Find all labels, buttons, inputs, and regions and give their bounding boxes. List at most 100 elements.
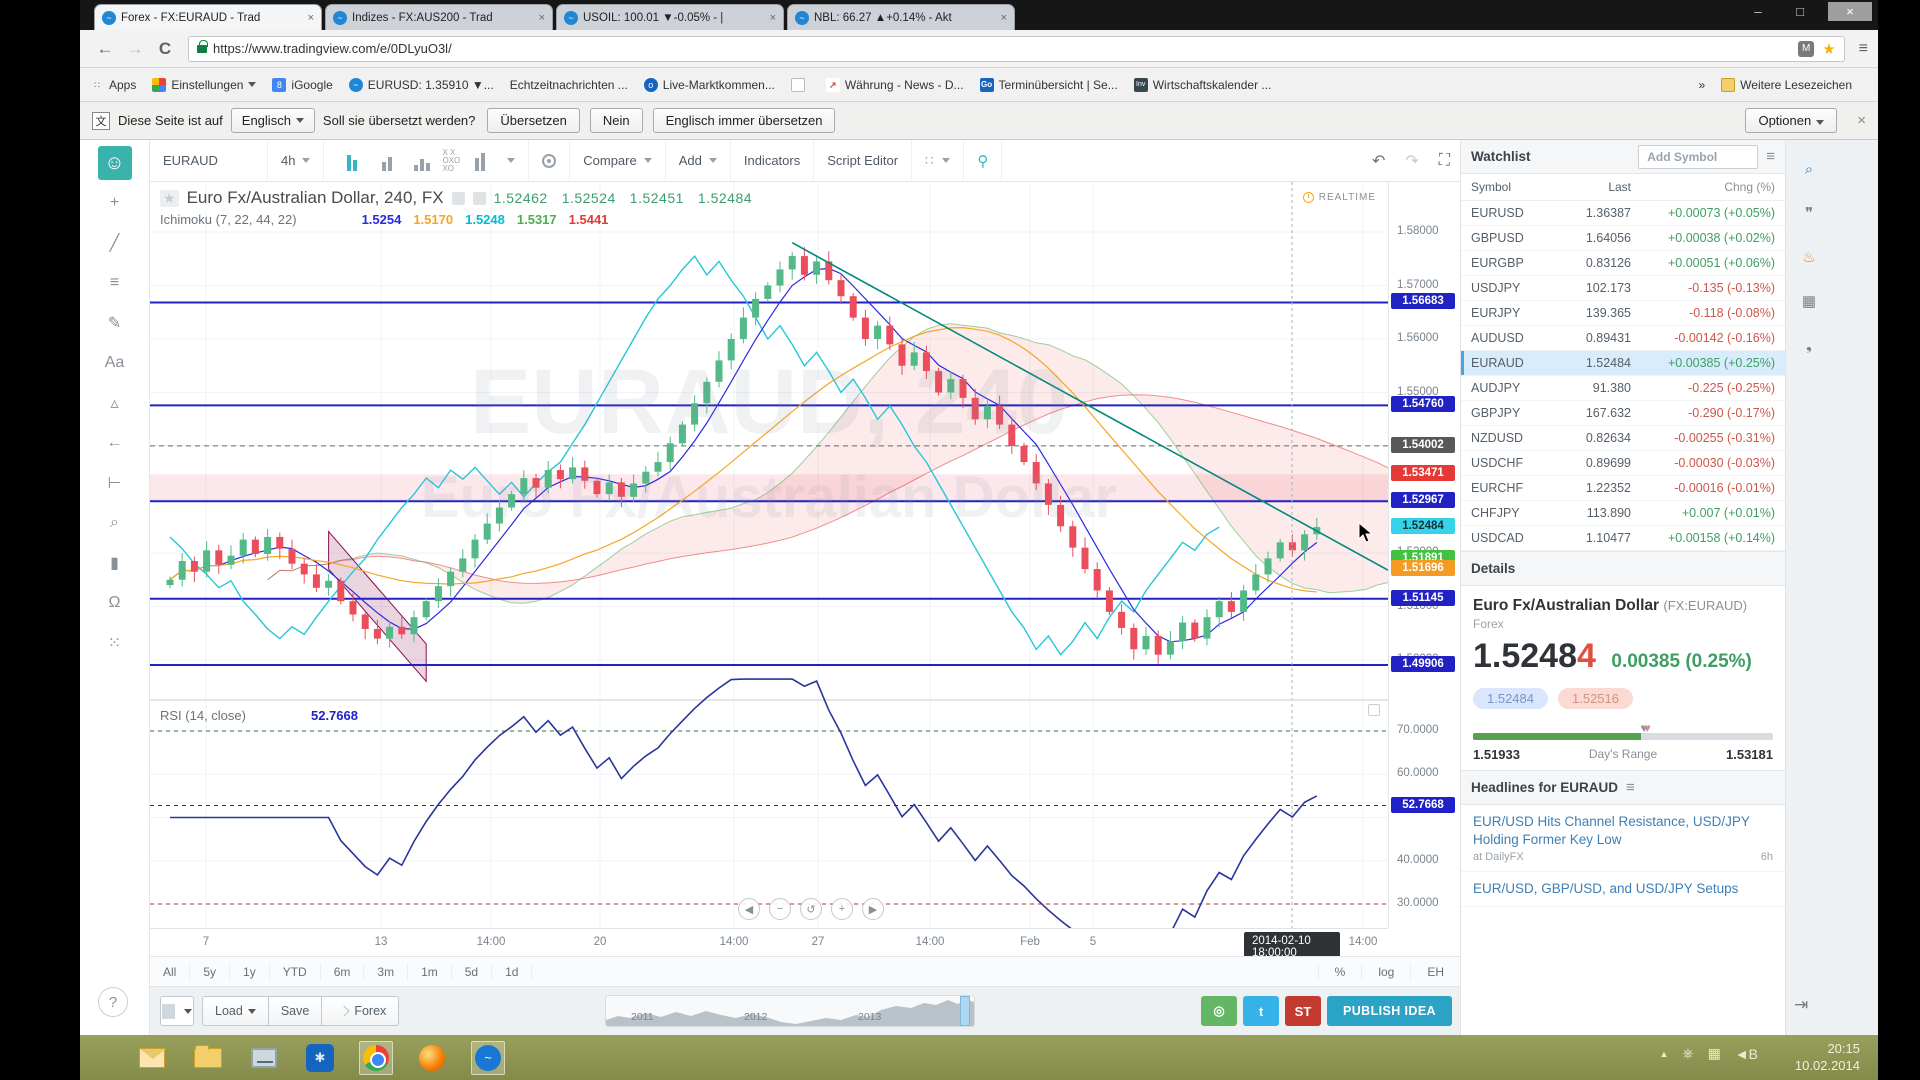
zoom-out-icon[interactable]: − — [769, 898, 791, 920]
watchlist-menu-icon[interactable]: ≡ — [1766, 148, 1775, 165]
power-icon[interactable]: ⎈ — [1682, 1045, 1693, 1062]
range-5d[interactable]: 5d — [452, 963, 492, 981]
magnet-tool-icon[interactable]: Ω — [98, 586, 132, 620]
screener-search-icon[interactable]: ⌕ — [1794, 154, 1824, 184]
script-editor-button[interactable]: Script Editor — [814, 140, 912, 181]
tray-expand-icon[interactable]: ▲ — [1659, 1049, 1668, 1059]
bookmark-eurusd[interactable]: ~ EURUSD: 1.35910 ▼... — [349, 78, 494, 92]
pattern-tool-icon[interactable]: ▵ — [98, 386, 132, 420]
load-button[interactable]: Load — [202, 996, 269, 1026]
watchlist-row[interactable]: USDCAD1.10477+0.00158 (+0.14%) — [1461, 526, 1785, 551]
emoji-tool-icon[interactable]: ☺ — [98, 146, 132, 180]
bookmark-star-icon[interactable]: ★ — [1822, 40, 1835, 58]
translate-no-button[interactable]: Nein — [590, 108, 643, 133]
watchlist-row[interactable]: EURAUD1.52484+0.00385 (+0.25%) — [1461, 351, 1785, 376]
bars-style-icon[interactable] — [376, 151, 398, 171]
tab-close-icon[interactable]: × — [770, 12, 776, 24]
reload-icon[interactable]: C — [150, 39, 180, 59]
hotlists-icon[interactable]: ♨ — [1794, 242, 1824, 272]
legend-eye-icon[interactable] — [452, 192, 465, 205]
taskbar-mail-icon[interactable] — [135, 1041, 169, 1075]
trend-line-tool-icon[interactable]: ╱ — [98, 226, 132, 260]
style-more-icon[interactable] — [507, 158, 515, 163]
range-1m[interactable]: 1m — [408, 963, 452, 981]
ichimoku-gear-icon[interactable] — [324, 214, 335, 225]
watchlist-row[interactable]: EURJPY139.365-0.118 (-0.08%) — [1461, 301, 1785, 326]
forecast-tool-icon[interactable]: ▮ — [98, 546, 132, 580]
watchlist-row[interactable]: GBPJPY167.632-0.290 (-0.17%) — [1461, 401, 1785, 426]
taskbar-openoffice-icon[interactable]: ~ — [471, 1041, 505, 1075]
bookmark-terminuebersicht[interactable]: Go Terminübersicht | Se... — [980, 78, 1118, 92]
stocktwits-button[interactable]: ST — [1285, 996, 1321, 1026]
watchlist-row[interactable]: AUDJPY91.380-0.225 (-0.25%) — [1461, 376, 1785, 401]
chats-icon[interactable]: ❟ — [1794, 330, 1824, 360]
watchlist-row[interactable]: GBPUSD1.64056+0.00038 (+0.02%) — [1461, 226, 1785, 251]
undo-icon[interactable]: ↶ — [1362, 151, 1395, 171]
price-axis[interactable]: 1.580001.570001.560001.550001.540001.530… — [1388, 182, 1460, 928]
rsi-gear-icon[interactable] — [273, 710, 284, 721]
headline-item[interactable]: EUR/USD, GBP/USD, and USD/JPY Setups — [1461, 872, 1785, 907]
scroll-left-icon[interactable]: ◀ — [738, 898, 760, 920]
ichimoku-close-icon[interactable] — [343, 214, 354, 225]
scroll-right-icon[interactable]: ▶ — [862, 898, 884, 920]
time-axis[interactable]: 71314:002014:002714:00Feb514:002014-02-1… — [150, 928, 1388, 956]
taskbar-clock[interactable]: 20:15 10.02.2014 — [1795, 1040, 1860, 1074]
range-3m[interactable]: 3m — [364, 963, 408, 981]
watchlist-row[interactable]: EURUSD1.36387+0.00073 (+0.05%) — [1461, 201, 1785, 226]
url-bar[interactable]: https://www.tradingview.com/e/0DLyuO3l/ … — [188, 36, 1845, 62]
forward-icon[interactable]: → — [120, 39, 150, 59]
taskbar-monitor-icon[interactable] — [247, 1041, 281, 1075]
chart-properties-button[interactable] — [529, 140, 570, 181]
eraser-tool-icon[interactable]: ⁙ — [98, 626, 132, 660]
tab-close-icon[interactable]: × — [1001, 12, 1007, 24]
text-tool-icon[interactable]: Aa — [98, 346, 132, 380]
col-symbol[interactable]: Symbol — [1471, 180, 1549, 194]
zoom-in-tool-icon[interactable]: ⌕ — [98, 506, 132, 540]
translate-button[interactable]: Übersetzen — [487, 108, 579, 133]
chrome-menu-icon[interactable]: ≡ — [1859, 40, 1868, 58]
restore-button[interactable]: □ — [1786, 4, 1814, 19]
collapse-panel-icon[interactable]: ⇥ — [1794, 995, 1808, 1015]
watchlist-row[interactable]: EURGBP0.83126+0.00051 (+0.06%) — [1461, 251, 1785, 276]
translate-language-select[interactable]: Englisch — [231, 108, 315, 133]
symbol-input[interactable]: EURAUD — [150, 140, 268, 181]
taskbar-chrome-icon[interactable] — [359, 1041, 393, 1075]
favorite-star-icon[interactable]: ★ — [160, 190, 179, 207]
bookmark-wirtschaftskalender[interactable]: Inv Wirtschaftskalender ... — [1134, 78, 1272, 92]
bookmark-waehrung[interactable]: ↗ Währung - News - D... — [826, 78, 964, 92]
reset-view-icon[interactable]: ↺ — [800, 898, 822, 920]
watchlist-row[interactable]: USDJPY102.173-0.135 (-0.13%) — [1461, 276, 1785, 301]
add-symbol-input[interactable]: Add Symbol — [1638, 145, 1758, 169]
pnf-style-icon[interactable]: X XOXOXO — [442, 149, 460, 173]
watchlist-row[interactable]: NZDUSD0.82634-0.00255 (-0.31%) — [1461, 426, 1785, 451]
history-minimap[interactable]: 2011 2012 2013 — [605, 995, 975, 1027]
layout-name-button[interactable]: Forex — [322, 996, 399, 1026]
translate-always-button[interactable]: Englisch immer übersetzen — [653, 108, 836, 133]
taskbar-explorer-icon[interactable] — [191, 1041, 225, 1075]
rsi-collapse-icon[interactable] — [1368, 704, 1380, 716]
publish-idea-button[interactable]: PUBLISH IDEA — [1327, 996, 1452, 1026]
tab-euraud[interactable]: ~ Forex - FX:EURAUD - Trad × — [94, 4, 322, 30]
bookmark-livemarkt[interactable]: o Live-Marktkommen... — [644, 78, 775, 92]
range-6m[interactable]: 6m — [321, 963, 365, 981]
apps-bookmark[interactable]: ∷ Apps — [90, 78, 136, 92]
bookmark-einstellungen[interactable]: Einstellungen — [152, 78, 256, 92]
add-button[interactable]: Add — [666, 140, 731, 181]
volume-icon[interactable]: ◄B — [1735, 1046, 1758, 1062]
compare-button[interactable]: Compare — [570, 140, 665, 181]
minimap-selection[interactable] — [960, 996, 970, 1026]
mcafee-icon[interactable]: M — [1798, 41, 1814, 57]
interval-select[interactable]: 4h — [268, 140, 324, 181]
bookmark-page[interactable] — [791, 78, 810, 92]
tab-aus200[interactable]: ~ Indizes - FX:AUS200 - Trad × — [325, 4, 553, 30]
measure-tool-icon[interactable]: ⊢ — [98, 466, 132, 500]
snapshot-camera-button[interactable]: ◎ — [1201, 996, 1237, 1026]
headline-title[interactable]: EUR/USD Hits Channel Resistance, USD/JPY… — [1473, 813, 1773, 848]
percent-scale-button[interactable]: % — [1318, 963, 1362, 981]
bookmark-echtzeitnachrichten[interactable]: Echtzeitnachrichten ... — [510, 78, 628, 92]
headline-title[interactable]: EUR/USD, GBP/USD, and USD/JPY Setups — [1473, 880, 1773, 898]
range-ytd[interactable]: YTD — [270, 963, 321, 981]
tab-usoil[interactable]: ~ USOIL: 100.01 ▼-0.05% - | × — [556, 4, 784, 30]
tab-close-icon[interactable]: × — [308, 12, 314, 24]
translate-close-icon[interactable]: × — [1857, 112, 1866, 129]
